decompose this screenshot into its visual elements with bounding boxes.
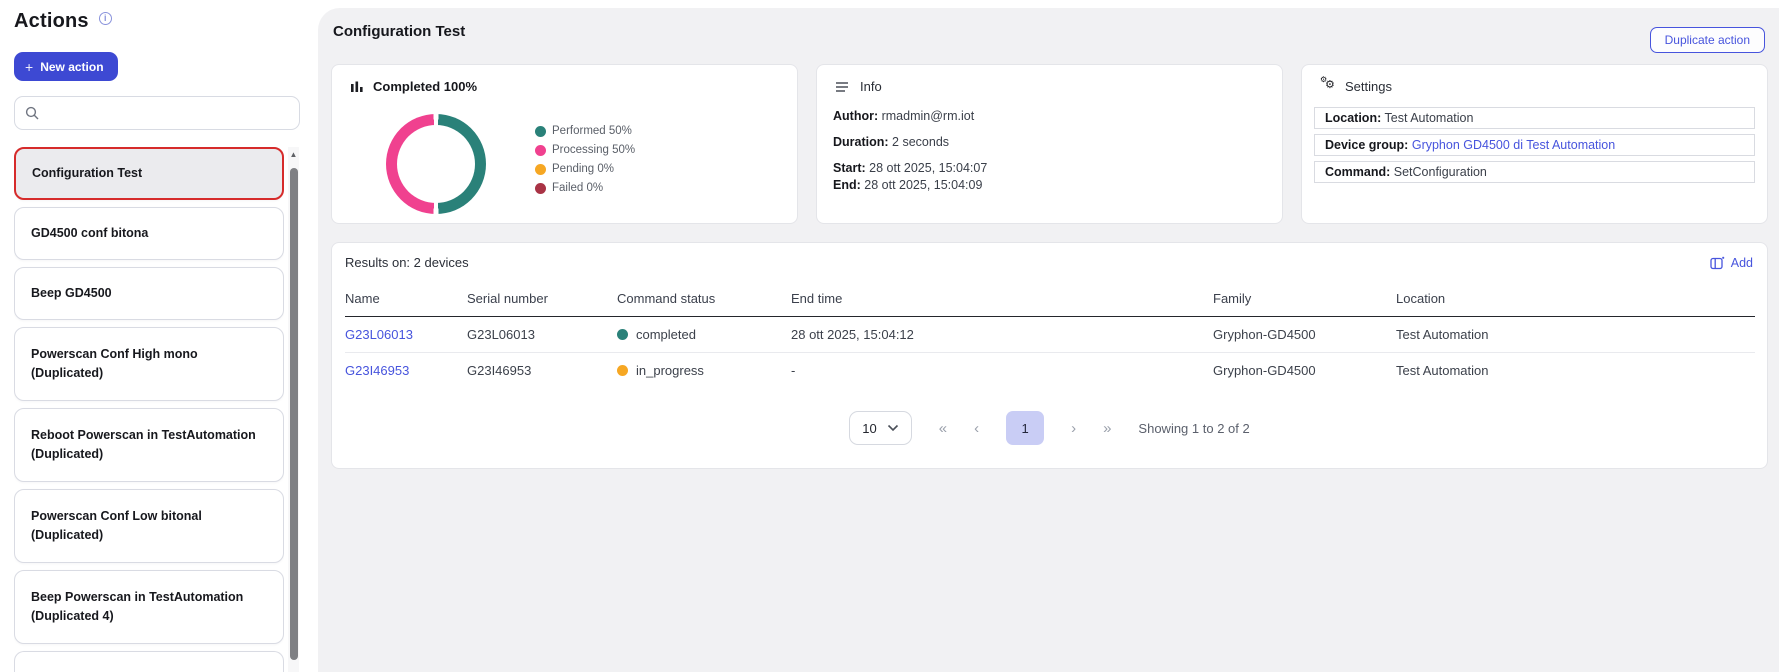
settings-card-title: Settings — [1345, 79, 1392, 94]
action-item-powerscan-conf-low-bitonal[interactable]: Powerscan Conf Low bitonal (Duplicated) — [14, 489, 284, 563]
info-card-title: Info — [860, 79, 882, 94]
end-time-cell: - — [791, 353, 1213, 389]
pagination-summary: Showing 1 to 2 of 2 — [1138, 421, 1249, 436]
info-author: Author: rmadmin@rm.iot — [833, 109, 1266, 123]
action-list: Configuration Test GD4500 conf bitona Be… — [14, 147, 284, 672]
info-duration: Duration: 2 seconds — [833, 135, 1266, 149]
col-command-status: Command status — [617, 283, 791, 317]
chart-legend: Performed 50% Processing 50% Pending 0% … — [535, 125, 635, 194]
status-badge: completed — [617, 327, 783, 342]
current-page-button[interactable]: 1 — [1006, 411, 1044, 445]
duplicate-action-button[interactable]: Duplicate action — [1650, 27, 1765, 53]
action-item-powerscan-conf-high-mono[interactable]: Powerscan Conf High mono (Duplicated) — [14, 327, 284, 401]
action-item-label: GD4500 conf bitona — [31, 224, 148, 243]
info-end: End: 28 ott 2025, 15:04:09 — [833, 178, 1266, 192]
scrollbar-thumb[interactable] — [290, 168, 298, 660]
action-item-label: Configuration Test — [32, 164, 142, 183]
serial-number-cell: G23I46953 — [467, 353, 617, 389]
status-dot-in-progress — [617, 365, 628, 376]
legend-dot-failed — [535, 183, 546, 194]
legend-dot-pending — [535, 164, 546, 175]
action-item-reboot-powerscan[interactable]: Reboot Powerscan in TestAutomation (Dupl… — [14, 408, 284, 482]
settings-device-group: Device group: Gryphon GD4500 di Test Aut… — [1314, 134, 1755, 156]
results-table: Name Serial number Command status End ti… — [345, 283, 1755, 389]
device-group-link[interactable]: Gryphon GD4500 di Test Automation — [1412, 138, 1615, 152]
scrollbar-up-arrow-icon[interactable]: ▲ — [288, 149, 299, 161]
legend-dot-performed — [535, 126, 546, 137]
settings-card: ⚙ ⚙ Settings Location: Test Automation D… — [1301, 64, 1768, 224]
new-action-label: New action — [40, 60, 103, 74]
bar-chart-icon — [350, 80, 364, 94]
action-item-label: Beep Powerscan in TestAutomation (Duplic… — [31, 588, 267, 627]
action-item-partial[interactable] — [14, 651, 284, 672]
donut-hole — [397, 125, 475, 203]
results-card: Results on: 2 devices Add Name Serial — [331, 242, 1768, 469]
prev-page-button[interactable]: ‹ — [974, 420, 979, 437]
action-item-configuration-test[interactable]: Configuration Test — [14, 147, 284, 200]
legend-item-pending: Pending 0% — [535, 163, 635, 175]
add-column-button[interactable]: Add — [1710, 256, 1753, 270]
col-serial-number: Serial number — [467, 283, 617, 317]
action-item-beep-powerscan[interactable]: Beep Powerscan in TestAutomation (Duplic… — [14, 570, 284, 644]
last-page-button[interactable]: » — [1103, 420, 1111, 437]
search-input[interactable] — [47, 106, 289, 120]
sidebar-title: Actions — [14, 10, 89, 33]
table-row: G23L06013 G23L06013 completed 28 ott 202… — [345, 317, 1755, 353]
info-icon[interactable]: i — [99, 12, 112, 25]
col-location: Location — [1396, 283, 1755, 317]
serial-number-cell: G23L06013 — [467, 317, 617, 353]
info-card: Info Author: rmadmin@rm.iot Duration: 2 … — [816, 64, 1283, 224]
legend-item-failed: Failed 0% — [535, 182, 635, 194]
col-end-time: End time — [791, 283, 1213, 317]
location-cell: Test Automation — [1396, 353, 1755, 389]
settings-command: Command: SetConfiguration — [1314, 161, 1755, 183]
end-time-cell: 28 ott 2025, 15:04:12 — [791, 317, 1213, 353]
family-cell: Gryphon-GD4500 — [1213, 353, 1396, 389]
next-page-button[interactable]: › — [1071, 420, 1076, 437]
status-badge: in_progress — [617, 363, 783, 378]
col-family: Family — [1213, 283, 1396, 317]
settings-location: Location: Test Automation — [1314, 107, 1755, 129]
status-dot-completed — [617, 329, 628, 340]
new-action-button[interactable]: + New action — [14, 52, 118, 81]
donut-chart — [386, 114, 486, 214]
action-item-label: Powerscan Conf High mono (Duplicated) — [31, 345, 267, 384]
legend-item-processing: Processing 50% — [535, 144, 635, 156]
search-box[interactable] — [14, 96, 300, 130]
pagination: 10 « ‹ 1 › » Showing 1 to 2 of 2 — [332, 411, 1767, 445]
actions-sidebar: Actions i + New action Configuration Tes… — [0, 0, 318, 672]
search-icon — [25, 106, 39, 120]
summary-cards-row: Completed 100% Performed 50% Processing … — [331, 64, 1768, 224]
legend-item-performed: Performed 50% — [535, 125, 635, 137]
sidebar-title-row: Actions i — [14, 10, 112, 33]
add-label: Add — [1731, 256, 1753, 270]
gears-icon: ⚙ ⚙ — [1320, 79, 1336, 94]
device-name-link[interactable]: G23L06013 — [345, 327, 413, 342]
action-item-beep-gd4500[interactable]: Beep GD4500 — [14, 267, 284, 320]
device-name-link[interactable]: G23I46953 — [345, 363, 409, 378]
page-title: Configuration Test — [333, 23, 465, 40]
results-title: Results on: 2 devices — [345, 255, 469, 270]
col-name: Name — [345, 283, 467, 317]
table-header-row: Name Serial number Command status End ti… — [345, 283, 1755, 317]
add-column-icon — [1710, 256, 1725, 270]
action-detail-panel: Configuration Test Duplicate action Comp… — [318, 8, 1779, 672]
first-page-button[interactable]: « — [939, 420, 947, 437]
chevron-down-icon — [887, 424, 899, 432]
sidebar-scrollbar[interactable]: ▲ — [288, 147, 299, 672]
completed-card-title: Completed 100% — [373, 79, 477, 94]
legend-dot-processing — [535, 145, 546, 156]
action-item-label: Reboot Powerscan in TestAutomation (Dupl… — [31, 426, 267, 465]
table-row: G23I46953 G23I46953 in_progress - Grypho… — [345, 353, 1755, 389]
location-cell: Test Automation — [1396, 317, 1755, 353]
action-item-label: Beep GD4500 — [31, 284, 112, 303]
action-item-gd4500-conf-bitona[interactable]: GD4500 conf bitona — [14, 207, 284, 260]
list-icon — [835, 81, 851, 93]
family-cell: Gryphon-GD4500 — [1213, 317, 1396, 353]
action-item-label: Powerscan Conf Low bitonal (Duplicated) — [31, 507, 267, 546]
completed-card: Completed 100% Performed 50% Processing … — [331, 64, 798, 224]
plus-icon: + — [25, 59, 33, 75]
info-start: Start: 28 ott 2025, 15:04:07 — [833, 161, 1266, 175]
page-size-select[interactable]: 10 — [849, 411, 911, 445]
